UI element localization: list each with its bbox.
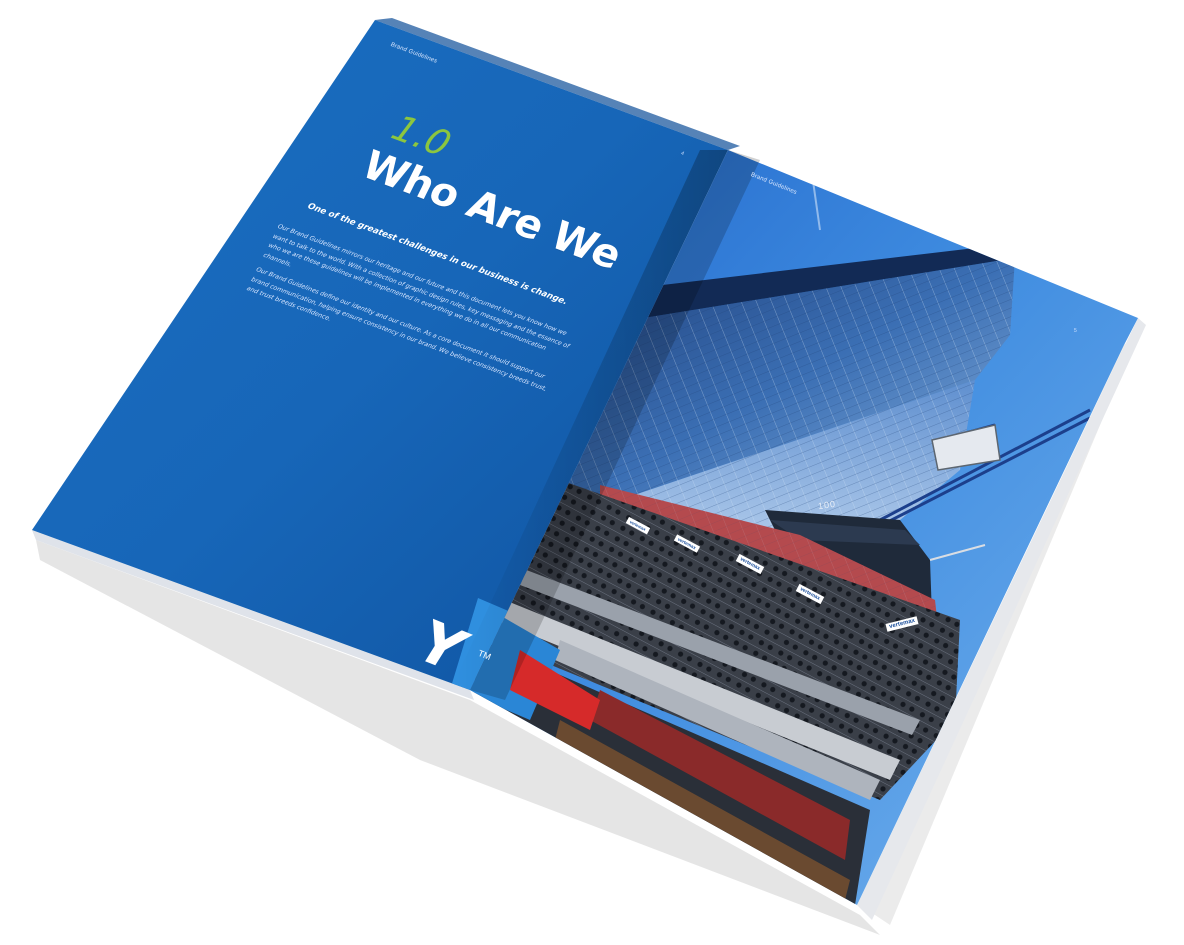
- brochure-illustration: [32, 18, 1146, 935]
- brochure-mockup: Brand Guidelines 1.0 Who Are We One of t…: [0, 0, 1184, 945]
